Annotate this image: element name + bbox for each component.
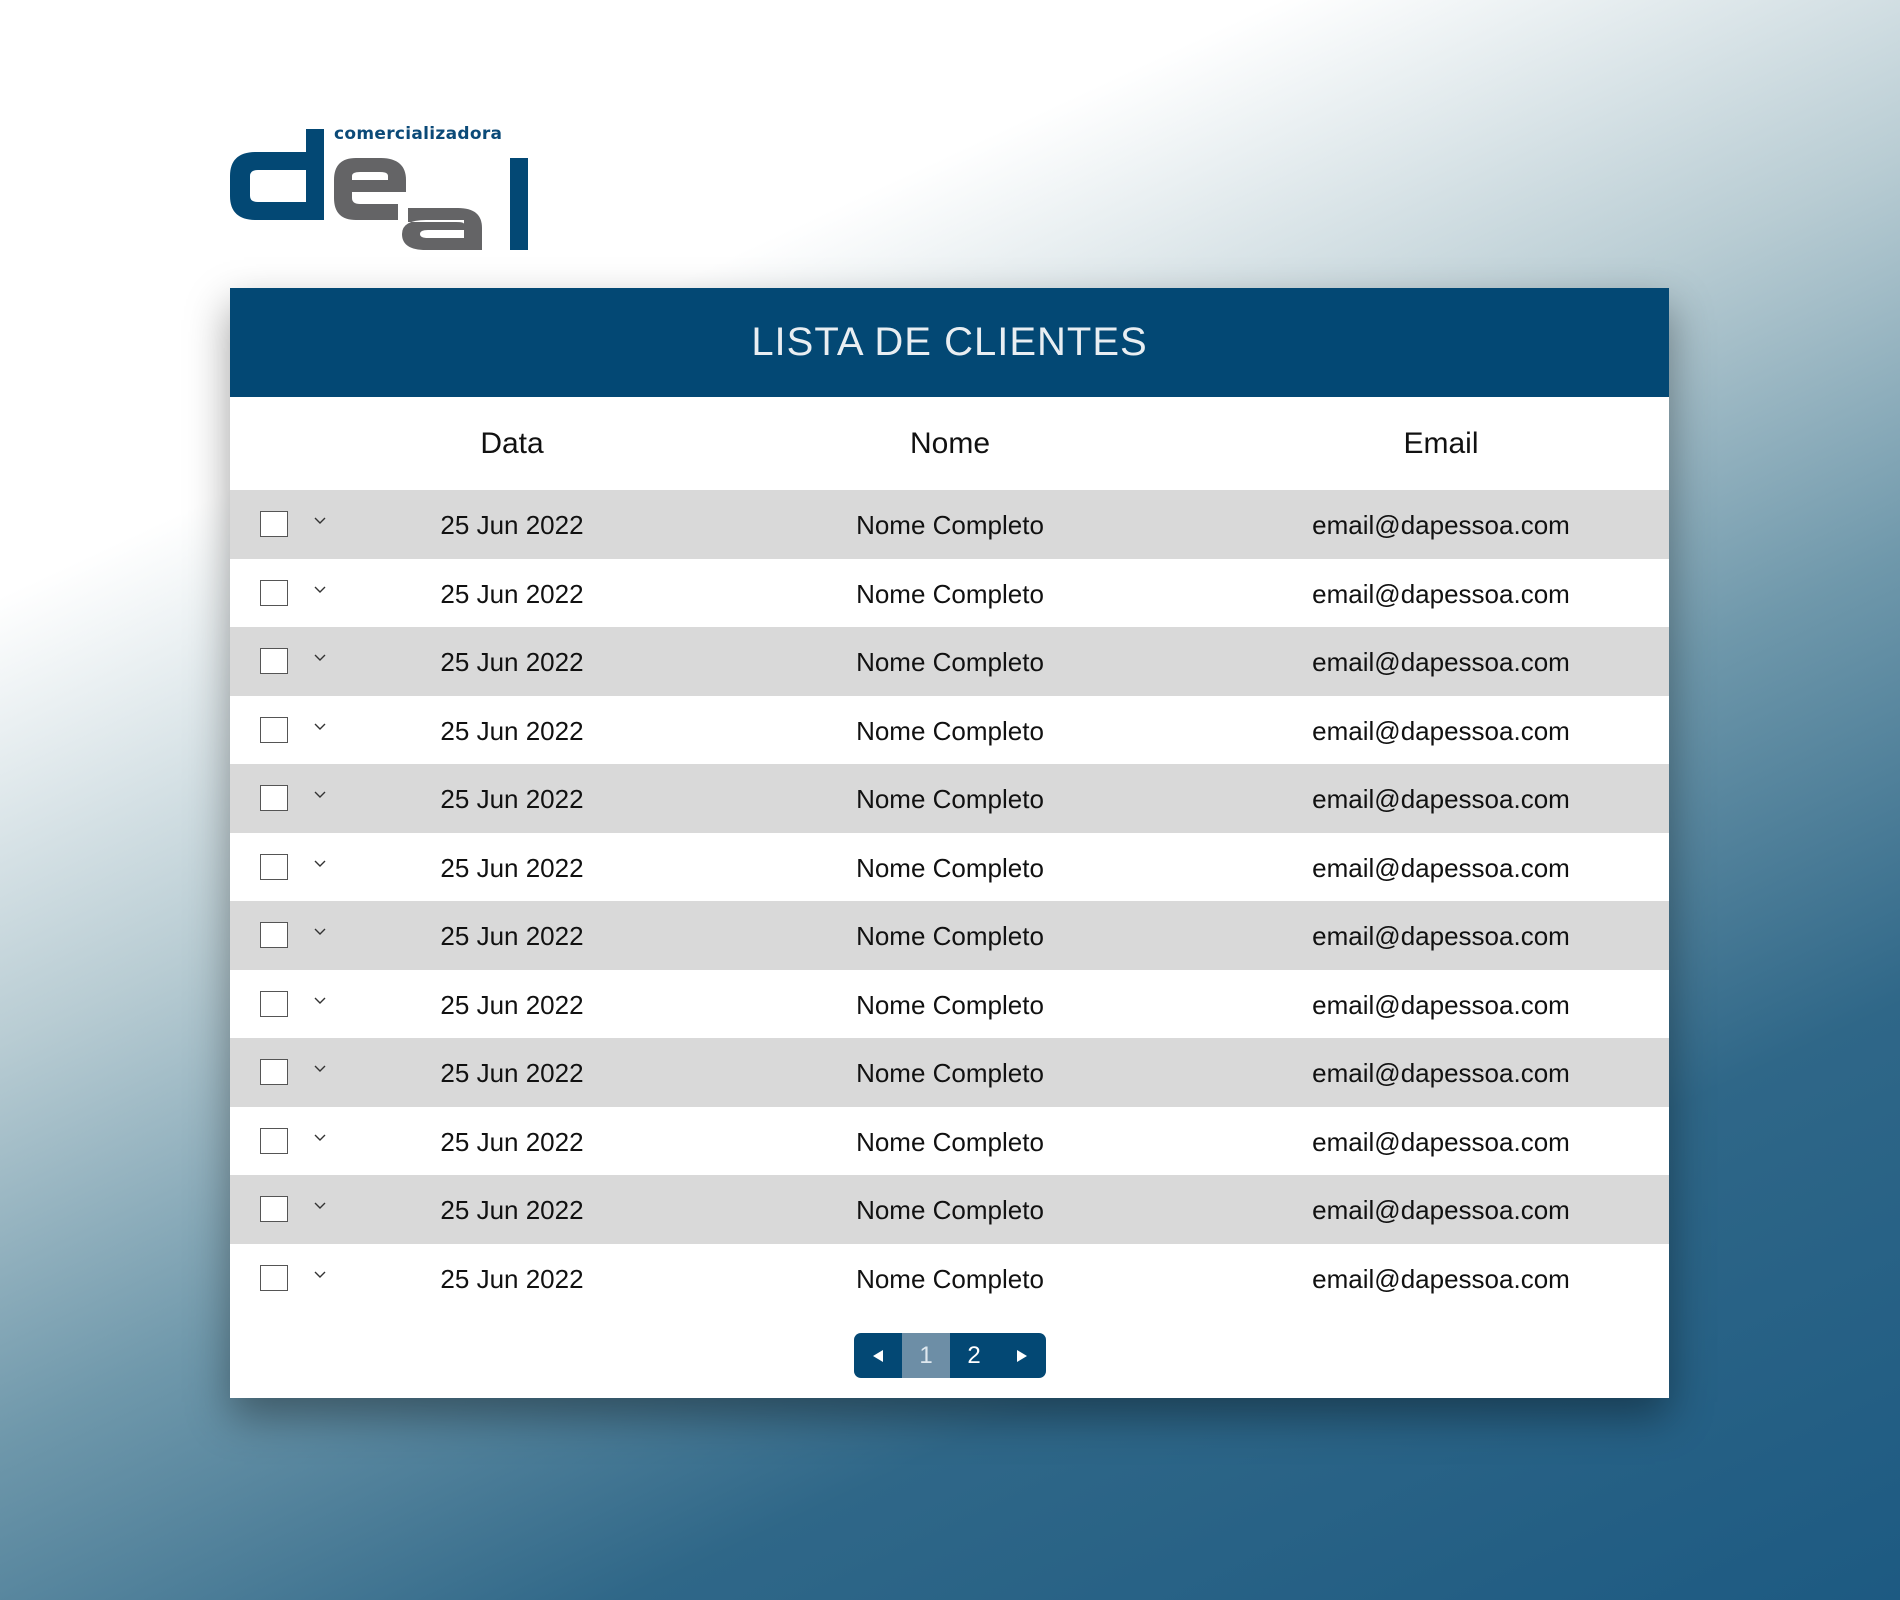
- table-row[interactable]: 25 Jun 2022 Nome Completo email@dapessoa.c…: [230, 1175, 1669, 1244]
- row-email: email@dapessoa.com: [1312, 1263, 1570, 1294]
- row-checkbox[interactable]: [260, 853, 288, 880]
- row-date: 25 Jun 2022: [440, 921, 584, 951]
- table-row[interactable]: 25 Jun 2022 Nome Completo email@dapessoa.c…: [230, 1243, 1669, 1312]
- row-date: 25 Jun 2022: [440, 989, 584, 1020]
- prev-page-button[interactable]: [854, 1333, 902, 1378]
- card-header: LISTA DE CLIENTES: [230, 288, 1669, 397]
- row-date: 25 Jun 2022: [440, 1263, 584, 1294]
- chevron-down-icon[interactable]: [312, 718, 328, 734]
- client-list-card: LISTA DE CLIENTES Data Nome Email 25 Jun…: [230, 288, 1669, 1398]
- row-checkbox[interactable]: [260, 1196, 288, 1222]
- triangle-left-icon: [873, 1349, 883, 1362]
- row-checkbox[interactable]: [260, 1059, 288, 1085]
- row-checkbox[interactable]: [260, 785, 288, 811]
- row-checkbox[interactable]: [260, 648, 288, 674]
- row-checkbox[interactable]: [260, 1264, 288, 1291]
- row-date: 25 Jun 2022: [440, 510, 584, 540]
- row-email: email@dapessoa.com: [1312, 647, 1570, 677]
- row-checkbox[interactable]: [260, 716, 288, 743]
- chevron-down-icon[interactable]: [312, 855, 328, 871]
- row-date: 25 Jun 2022: [440, 647, 584, 677]
- table-row[interactable]: 25 Jun 2022 Nome Completo email@dapessoa.c…: [230, 1038, 1669, 1107]
- column-header-nome[interactable]: Nome: [910, 427, 990, 461]
- table-row[interactable]: 25 Jun 2022 Nome Completo email@dapessoa.c…: [230, 558, 1669, 627]
- row-checkbox[interactable]: [260, 579, 288, 606]
- deal-logo: comercializadora: [230, 124, 532, 252]
- row-checkbox[interactable]: [260, 511, 288, 537]
- row-email: email@dapessoa.com: [1312, 1126, 1570, 1157]
- page-button-2[interactable]: 2: [950, 1333, 998, 1378]
- row-email: email@dapessoa.com: [1312, 578, 1570, 609]
- table-row[interactable]: 25 Jun 2022 Nome Completo email@dapessoa.c…: [230, 695, 1669, 764]
- table-row[interactable]: 25 Jun 2022 Nome Completo email@dapessoa.c…: [230, 969, 1669, 1038]
- chevron-down-icon[interactable]: [312, 1129, 328, 1145]
- table-row[interactable]: 25 Jun 2022 Nome Completo email@dapessoa.c…: [230, 832, 1669, 901]
- row-name: Nome Completo: [856, 852, 1044, 883]
- page-button-1[interactable]: 1: [902, 1333, 950, 1378]
- chevron-down-icon[interactable]: [312, 992, 328, 1008]
- chevron-down-icon[interactable]: [312, 1266, 328, 1282]
- row-date: 25 Jun 2022: [440, 578, 584, 609]
- next-page-button[interactable]: [998, 1333, 1046, 1378]
- chevron-down-icon[interactable]: [312, 1060, 328, 1076]
- table-row[interactable]: 25 Jun 2022 Nome Completo email@dapessoa.c…: [230, 1106, 1669, 1175]
- row-checkbox[interactable]: [260, 1127, 288, 1154]
- row-email: email@dapessoa.com: [1312, 1058, 1570, 1088]
- row-checkbox[interactable]: [260, 922, 288, 948]
- row-name: Nome Completo: [856, 1058, 1044, 1088]
- chevron-down-icon[interactable]: [312, 1197, 328, 1213]
- chevron-down-icon[interactable]: [312, 786, 328, 802]
- page-title: LISTA DE CLIENTES: [751, 320, 1148, 364]
- table-row[interactable]: 25 Jun 2022 Nome Completo email@dapessoa.c…: [230, 764, 1669, 833]
- row-date: 25 Jun 2022: [440, 1126, 584, 1157]
- row-name: Nome Completo: [856, 989, 1044, 1020]
- row-name: Nome Completo: [856, 921, 1044, 951]
- row-checkbox[interactable]: [260, 990, 288, 1017]
- column-header-email[interactable]: Email: [1403, 427, 1478, 461]
- table-body: 25 Jun 2022 Nome Completo email@dapessoa.c…: [230, 490, 1669, 1312]
- row-email: email@dapessoa.com: [1312, 921, 1570, 951]
- table-header: Data Nome Email: [230, 397, 1669, 490]
- row-name: Nome Completo: [856, 715, 1044, 746]
- row-email: email@dapessoa.com: [1312, 510, 1570, 540]
- row-name: Nome Completo: [856, 1263, 1044, 1294]
- chevron-down-icon[interactable]: [312, 581, 328, 597]
- row-name: Nome Completo: [856, 784, 1044, 814]
- chevron-down-icon[interactable]: [312, 649, 328, 665]
- row-email: email@dapessoa.com: [1312, 715, 1570, 746]
- row-name: Nome Completo: [856, 1195, 1044, 1225]
- logo-tagline: comercializadora: [334, 124, 503, 144]
- chevron-down-icon[interactable]: [312, 923, 328, 939]
- row-date: 25 Jun 2022: [440, 1058, 584, 1088]
- pagination: 1 2: [854, 1333, 1046, 1378]
- column-header-data[interactable]: Data: [480, 427, 543, 461]
- row-email: email@dapessoa.com: [1312, 784, 1570, 814]
- row-name: Nome Completo: [856, 510, 1044, 540]
- row-name: Nome Completo: [856, 647, 1044, 677]
- row-date: 25 Jun 2022: [440, 1195, 584, 1225]
- row-date: 25 Jun 2022: [440, 784, 584, 814]
- triangle-right-icon: [1017, 1349, 1027, 1362]
- row-email: email@dapessoa.com: [1312, 1195, 1570, 1225]
- table-row[interactable]: 25 Jun 2022 Nome Completo email@dapessoa.c…: [230, 490, 1669, 559]
- row-name: Nome Completo: [856, 578, 1044, 609]
- row-date: 25 Jun 2022: [440, 852, 584, 883]
- row-name: Nome Completo: [856, 1126, 1044, 1157]
- row-date: 25 Jun 2022: [440, 715, 584, 746]
- row-email: email@dapessoa.com: [1312, 989, 1570, 1020]
- row-email: email@dapessoa.com: [1312, 852, 1570, 883]
- table-row[interactable]: 25 Jun 2022 Nome Completo email@dapessoa.c…: [230, 901, 1669, 970]
- table-row[interactable]: 25 Jun 2022 Nome Completo email@dapessoa.c…: [230, 627, 1669, 696]
- chevron-down-icon[interactable]: [312, 512, 328, 528]
